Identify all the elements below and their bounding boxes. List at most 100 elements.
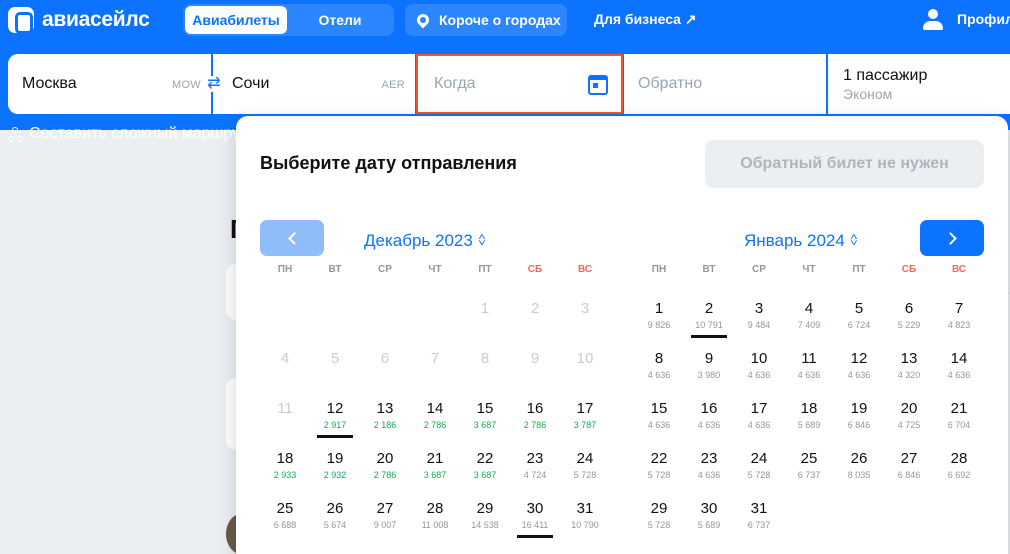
- day-cell[interactable]: 7 4 823: [934, 286, 984, 336]
- day-cell[interactable]: 12 2 917: [310, 386, 360, 438]
- day-cell[interactable]: 28 11 008: [410, 486, 460, 536]
- return-date-placeholder: Обратно: [638, 75, 703, 92]
- week-row: 15 4 636 16 4 636 17 4 636 18 5 689 19 6 846 20 4 7…: [634, 386, 984, 436]
- day-number: 2: [704, 300, 714, 317]
- day-cell[interactable]: 24 5 728: [734, 436, 784, 486]
- month-label: Январь 2024: [744, 231, 845, 250]
- day-cell[interactable]: 31 6 737: [734, 486, 784, 536]
- day-cell[interactable]: 13 2 186: [360, 386, 410, 436]
- day-price: 4 636: [697, 420, 721, 430]
- day-number: 31: [576, 500, 594, 517]
- day-cell[interactable]: 31 10 790: [560, 486, 610, 536]
- day-cell[interactable]: 17 4 636: [734, 386, 784, 436]
- day-cell[interactable]: 5 6 724: [834, 286, 884, 336]
- day-price: 3 687: [473, 420, 497, 430]
- tab-hotels[interactable]: Отели: [289, 6, 391, 34]
- day-cell[interactable]: 29 5 728: [634, 486, 684, 536]
- swap-icon[interactable]: ⇄: [204, 76, 224, 92]
- day-cell[interactable]: 14 4 636: [934, 336, 984, 386]
- departure-date-field[interactable]: Когда: [416, 54, 623, 114]
- date-picker-title: Выберите дату отправления: [260, 153, 517, 173]
- day-price: 5 674: [323, 520, 347, 530]
- day-price: 6 737: [747, 520, 771, 530]
- day-cell[interactable]: 19 6 846: [834, 386, 884, 436]
- day-cell[interactable]: 30 5 689: [684, 486, 734, 536]
- day-cell: 4: [260, 336, 310, 386]
- day-cell[interactable]: 3 9 484: [734, 286, 784, 336]
- day-price: 8 035: [847, 470, 871, 480]
- day-cell[interactable]: 12 4 636: [834, 336, 884, 386]
- day-cell[interactable]: 18 2 933: [260, 436, 310, 486]
- profile-button[interactable]: Профиль: [922, 8, 1010, 30]
- day-cell[interactable]: 25 6 737: [784, 436, 834, 486]
- day-cell[interactable]: 23 4 724: [510, 436, 560, 486]
- day-cell[interactable]: 17 3 787: [560, 386, 610, 436]
- cabin-class: Эконом: [843, 85, 893, 102]
- day-cell[interactable]: 18 5 689: [784, 386, 834, 436]
- complex-route-label: Составить сложный маршрут: [29, 125, 248, 142]
- day-cell[interactable]: 24 5 728: [560, 436, 610, 486]
- day-cell[interactable]: 22 5 728: [634, 436, 684, 486]
- destination-field[interactable]: Сочи AER: [213, 54, 415, 114]
- origin-field[interactable]: Москва MOW: [8, 54, 211, 114]
- day-cell[interactable]: 21 6 704: [934, 386, 984, 436]
- day-cell[interactable]: 23 4 636: [684, 436, 734, 486]
- day-cell[interactable]: 16 4 636: [684, 386, 734, 436]
- no-return-button[interactable]: Обратный билет не нужен: [705, 140, 984, 188]
- day-number: 12: [326, 400, 344, 417]
- day-number: 1: [480, 300, 490, 317]
- return-date-field[interactable]: Обратно: [624, 54, 826, 114]
- day-price: 4 636: [647, 420, 671, 430]
- day-price: 2 186: [373, 420, 397, 430]
- day-cell[interactable]: 22 3 687: [460, 436, 510, 486]
- day-cell[interactable]: 25 6 688: [260, 486, 310, 536]
- day-number: 4: [280, 350, 290, 367]
- week-row: 4 5 6 7 8 9 10: [260, 336, 610, 386]
- day-cell[interactable]: 13 4 320: [884, 336, 934, 386]
- business-link[interactable]: Для бизнеса ↗: [594, 11, 697, 28]
- day-cell[interactable]: 16 2 786: [510, 386, 560, 436]
- day-number: 1: [654, 300, 664, 317]
- day-cell[interactable]: 10 4 636: [734, 336, 784, 386]
- day-cell[interactable]: 9 3 980: [684, 336, 734, 386]
- day-cell[interactable]: 8 4 636: [634, 336, 684, 386]
- day-cell[interactable]: 4 7 409: [784, 286, 834, 336]
- day-cell[interactable]: 30 16 411: [510, 486, 560, 538]
- prev-month-button[interactable]: [260, 220, 324, 256]
- passengers-field[interactable]: 1 пассажир Эконом: [828, 54, 1010, 114]
- month-select-december[interactable]: Декабрь 2023 ˄ ˅: [364, 231, 486, 251]
- month-grid-january: ПН ВТ СР ЧТ ПТ СБ ВС 1 9 826 2 10 791 3 9 484 4 7 409 5…: [634, 264, 984, 536]
- day-cell[interactable]: 11 4 636: [784, 336, 834, 386]
- month-select-january[interactable]: Январь 2024 ˄ ˅: [744, 231, 858, 251]
- day-cell[interactable]: 15 3 687: [460, 386, 510, 436]
- calendar-icon[interactable]: [588, 75, 608, 95]
- day-price: 6 846: [897, 470, 921, 480]
- day-cell[interactable]: 28 6 692: [934, 436, 984, 486]
- tab-flights[interactable]: Авиабилеты: [185, 6, 287, 34]
- complex-route-link[interactable]: Составить сложный маршрут: [8, 125, 247, 143]
- city-guides-button[interactable]: Короче о городах: [405, 4, 567, 36]
- day-cell[interactable]: 20 4 725: [884, 386, 934, 436]
- day-number: 11: [801, 350, 817, 367]
- day-number: 6: [380, 350, 390, 367]
- day-cell[interactable]: 20 2 786: [360, 436, 410, 486]
- day-cell[interactable]: 1 9 826: [634, 286, 684, 336]
- day-cell[interactable]: 6 5 229: [884, 286, 934, 336]
- day-cell[interactable]: 2 10 791: [684, 286, 734, 338]
- user-icon: [922, 8, 944, 30]
- day-cell[interactable]: 14 2 786: [410, 386, 460, 436]
- day-cell[interactable]: 19 2 932: [310, 436, 360, 486]
- day-cell[interactable]: 21 3 687: [410, 436, 460, 486]
- logo[interactable]: авиасейлс: [8, 7, 150, 34]
- sort-updown-icon: ˄ ˅: [849, 232, 858, 249]
- day-cell[interactable]: 27 9 007: [360, 486, 410, 536]
- day-cell[interactable]: 29 14 538: [460, 486, 510, 536]
- day-cell[interactable]: 26 5 674: [310, 486, 360, 536]
- route-icon: [8, 126, 23, 142]
- day-price: 6 688: [273, 520, 297, 530]
- day-cell[interactable]: 27 6 846: [884, 436, 934, 486]
- day-cell[interactable]: 26 8 035: [834, 436, 884, 486]
- day-price: 14 538: [471, 520, 499, 530]
- day-cell[interactable]: 15 4 636: [634, 386, 684, 436]
- next-month-button[interactable]: [920, 220, 984, 256]
